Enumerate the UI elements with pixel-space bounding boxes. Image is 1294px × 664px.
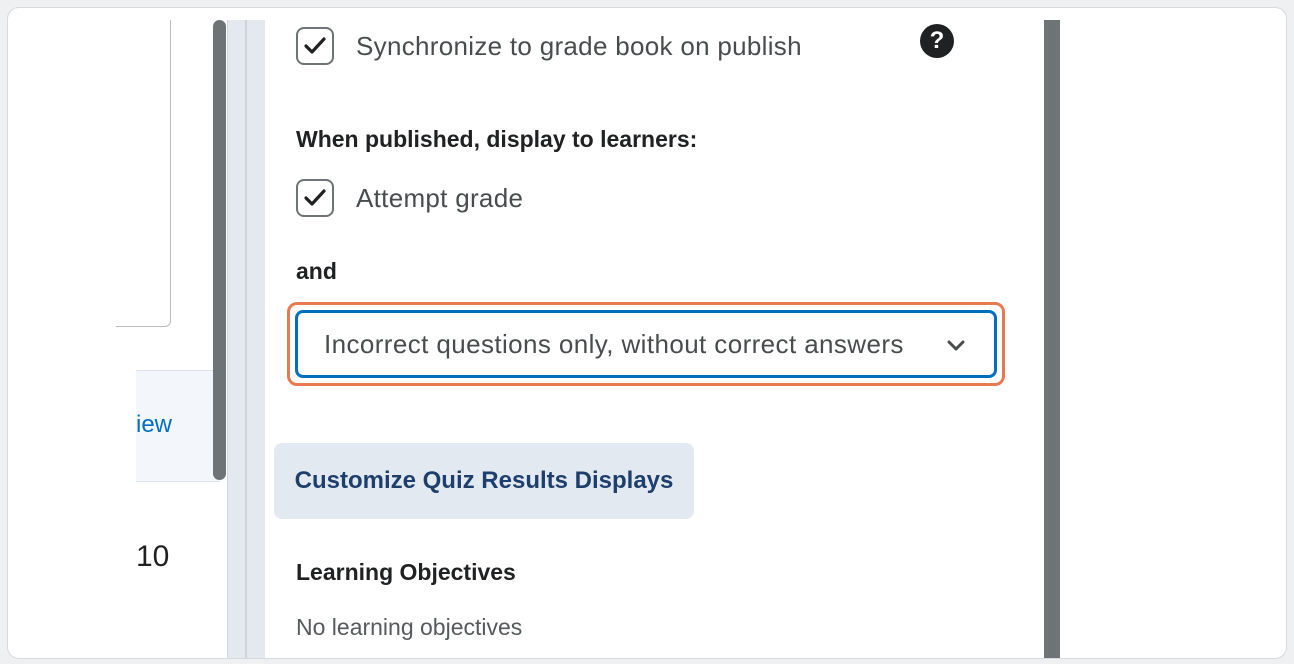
right-scrollbar[interactable] xyxy=(1044,20,1060,658)
left-content-box xyxy=(116,20,171,327)
display-to-learners-heading: When published, display to learners: xyxy=(296,126,698,152)
attempt-grade-row: Attempt grade xyxy=(296,179,523,217)
screenshot-frame: iew 10 Synchronize to grade book on publ… xyxy=(7,7,1287,659)
chevron-down-icon xyxy=(947,340,965,351)
left-number-value: 10 xyxy=(136,540,170,573)
results-display-select[interactable]: Incorrect questions only, without correc… xyxy=(295,310,997,378)
left-view-link[interactable]: iew xyxy=(136,411,172,439)
results-display-value: Incorrect questions only, without correc… xyxy=(324,328,904,359)
checkmark-icon xyxy=(304,37,326,54)
learning-objectives-heading: Learning Objectives xyxy=(296,559,516,585)
and-label: and xyxy=(296,258,337,284)
sync-gradebook-row: Synchronize to grade book on publish xyxy=(296,27,802,65)
attempt-grade-label: Attempt grade xyxy=(356,182,524,213)
checkmark-icon xyxy=(304,189,326,206)
sync-gradebook-checkbox[interactable] xyxy=(296,27,334,65)
question-circle-icon[interactable]: ? xyxy=(920,24,954,58)
left-scrollbar[interactable] xyxy=(213,20,226,480)
attempt-grade-checkbox[interactable] xyxy=(296,179,334,217)
left-pane: iew 10 xyxy=(116,8,220,658)
quiz-evaluation-panel: Synchronize to grade book on publish ? W… xyxy=(265,20,1044,658)
pane-divider-line xyxy=(245,20,247,658)
customize-quiz-results-button[interactable]: Customize Quiz Results Displays xyxy=(274,443,694,519)
no-learning-objectives-text: No learning objectives xyxy=(296,614,523,640)
sync-gradebook-label: Synchronize to grade book on publish xyxy=(356,30,802,61)
